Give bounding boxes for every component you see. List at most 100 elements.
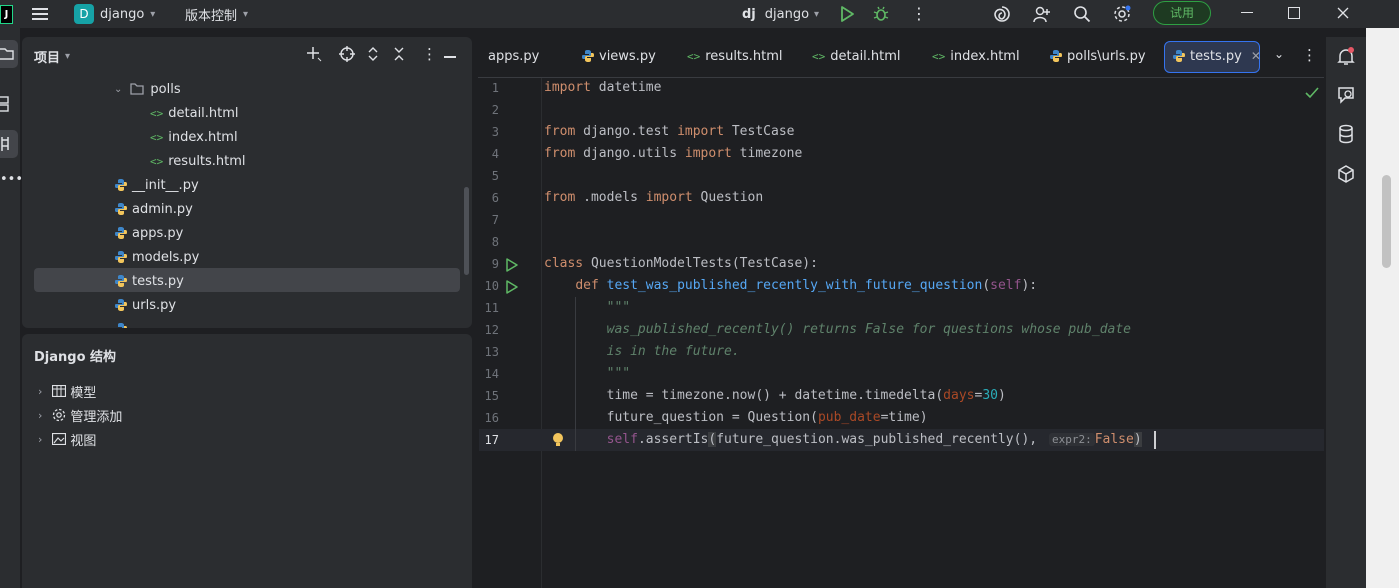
line-number: 9	[491, 257, 499, 271]
run-test-class-icon[interactable]	[505, 257, 519, 272]
python-file-icon	[114, 202, 128, 216]
python-packages-icon[interactable]	[1336, 164, 1356, 184]
tree-item-init-py[interactable]: __init__.py	[114, 173, 199, 197]
line-number: 3	[491, 125, 499, 139]
more-tools-icon[interactable]: •••	[0, 172, 23, 188]
line-number: 2	[491, 103, 499, 117]
notifications-bell-icon[interactable]	[1336, 47, 1356, 67]
django-structure-item[interactable]: › 模型	[38, 379, 96, 403]
line-number: 16	[484, 411, 499, 425]
django-structure-tool-icon[interactable]	[0, 130, 18, 158]
chevron-down-icon: ▾	[243, 8, 249, 20]
left-tool-strip: •••	[0, 28, 23, 588]
vcs-widget[interactable]: 版本控制 ▾	[185, 3, 248, 25]
code-line: def test_was_published_recently_with_fut…	[575, 278, 1038, 293]
line-number: 10	[484, 279, 499, 293]
tab-index-html[interactable]: <> index.html	[932, 37, 1020, 75]
gutter-separator	[541, 77, 542, 588]
project-widget[interactable]: D django ▾	[74, 3, 155, 25]
tab-apps-py[interactable]: apps.py	[488, 37, 539, 75]
new-file-icon[interactable]	[305, 45, 323, 63]
django-structure-item[interactable]: › 管理添加	[38, 403, 122, 427]
tree-item-results-html[interactable]: <> results.html	[150, 149, 246, 173]
line-number: 17	[484, 433, 499, 447]
tab-label: index.html	[950, 48, 1020, 64]
ai-assistant-icon[interactable]	[992, 4, 1012, 24]
project-panel-header[interactable]: 项目 ▾	[34, 47, 70, 66]
tab-label: results.html	[705, 48, 783, 64]
close-tab-icon[interactable]: ✕	[1251, 49, 1261, 63]
tree-item-label: admin.py	[132, 201, 193, 217]
tree-scrollbar[interactable]	[464, 187, 469, 275]
main-menu-icon[interactable]	[30, 4, 50, 24]
maximize-button[interactable]	[1288, 7, 1300, 19]
project-badge: D	[74, 4, 94, 24]
text-caret	[1154, 431, 1156, 449]
locate-icon[interactable]	[339, 46, 355, 62]
html-file-icon: <>	[150, 154, 164, 168]
tree-item-tests-py[interactable]: tests.py	[114, 269, 184, 293]
search-icon[interactable]	[1072, 4, 1092, 24]
tab-options-icon[interactable]: ⋮	[1302, 46, 1317, 64]
django-structure-item[interactable]: › 视图	[38, 427, 96, 451]
chevron-right-icon[interactable]: ›	[38, 433, 42, 446]
tab-views-py[interactable]: views.py	[581, 37, 656, 75]
run-test-method-icon[interactable]	[505, 279, 519, 294]
chevron-right-icon[interactable]: ›	[38, 409, 42, 422]
hide-panel-icon[interactable]	[444, 56, 456, 58]
close-window-button[interactable]	[1336, 6, 1350, 20]
chevron-down-icon: ▾	[150, 8, 156, 20]
trial-button[interactable]: 试用	[1153, 1, 1211, 25]
tree-item-index-html[interactable]: <> index.html	[150, 125, 238, 149]
tree-item-models-py[interactable]: models.py	[114, 245, 199, 269]
tree-item-detail-html[interactable]: <> detail.html	[150, 101, 239, 125]
run-icon[interactable]	[838, 5, 856, 23]
tab-detail-html[interactable]: <> detail.html	[812, 37, 901, 75]
database-icon[interactable]	[1336, 124, 1356, 144]
tree-item-label: detail.html	[168, 105, 239, 121]
folder-icon	[130, 83, 145, 95]
collapse-all-icon[interactable]	[392, 46, 406, 62]
app-logo: J	[0, 5, 13, 24]
expand-all-icon[interactable]	[366, 46, 380, 62]
code-line: """	[544, 366, 631, 381]
settings-gear-icon[interactable]	[1111, 3, 1133, 25]
html-file-icon: <>	[812, 49, 826, 63]
window-scrollbar-thumb[interactable]	[1382, 175, 1391, 268]
project-name: django	[100, 6, 145, 22]
debug-icon[interactable]	[872, 5, 890, 23]
panel-options-icon[interactable]: ⋮	[422, 45, 437, 63]
more-actions-icon[interactable]: ⋮	[911, 4, 927, 24]
tree-item-label: __init__.py	[132, 177, 199, 193]
tree-item-admin-py[interactable]: admin.py	[114, 197, 193, 221]
structure-tool-icon[interactable]	[0, 96, 10, 112]
chevron-down-icon[interactable]: ⌄	[114, 84, 122, 95]
line-number: 8	[491, 235, 499, 249]
project-panel: 项目 ▾ ⋮ ⌄ polls <> detail.html <> index.html <>…	[22, 37, 472, 328]
tab-results-html[interactable]: <> results.html	[687, 37, 783, 75]
tab-tests-py[interactable]: tests.py ✕	[1172, 37, 1261, 75]
line-number: 14	[484, 367, 499, 381]
minimize-button[interactable]	[1241, 12, 1253, 13]
project-panel-title: 项目	[34, 51, 61, 66]
python-file-icon	[114, 298, 128, 312]
line-number: 12	[484, 323, 499, 337]
project-tool-icon[interactable]	[0, 40, 18, 68]
tab-list-chevron-icon[interactable]: ⌄	[1274, 47, 1284, 61]
editor-tab-bar: apps.py views.py <> results.html <> detail.ht…	[478, 37, 1324, 78]
tab-polls-urls-py[interactable]: polls\urls.py	[1049, 37, 1146, 75]
run-config-name: django	[764, 6, 810, 22]
python-file-icon	[581, 49, 595, 63]
tree-item-apps-py[interactable]: apps.py	[114, 221, 183, 245]
chevron-right-icon[interactable]: ›	[38, 385, 42, 398]
python-file-icon	[1049, 49, 1063, 63]
tree-item-urls-py[interactable]: urls.py	[114, 293, 176, 317]
add-user-icon[interactable]	[1032, 4, 1052, 24]
ai-chat-icon[interactable]	[1336, 85, 1356, 105]
tree-item-polls[interactable]: ⌄ polls	[114, 77, 181, 101]
code-line: time = timezone.now() + datetime.timedel…	[544, 388, 1006, 403]
run-config-widget[interactable]: dj django ▾	[742, 3, 819, 25]
code-line: from .models import Question	[544, 190, 764, 205]
line-number: 5	[491, 169, 499, 183]
gear-icon	[52, 408, 66, 422]
